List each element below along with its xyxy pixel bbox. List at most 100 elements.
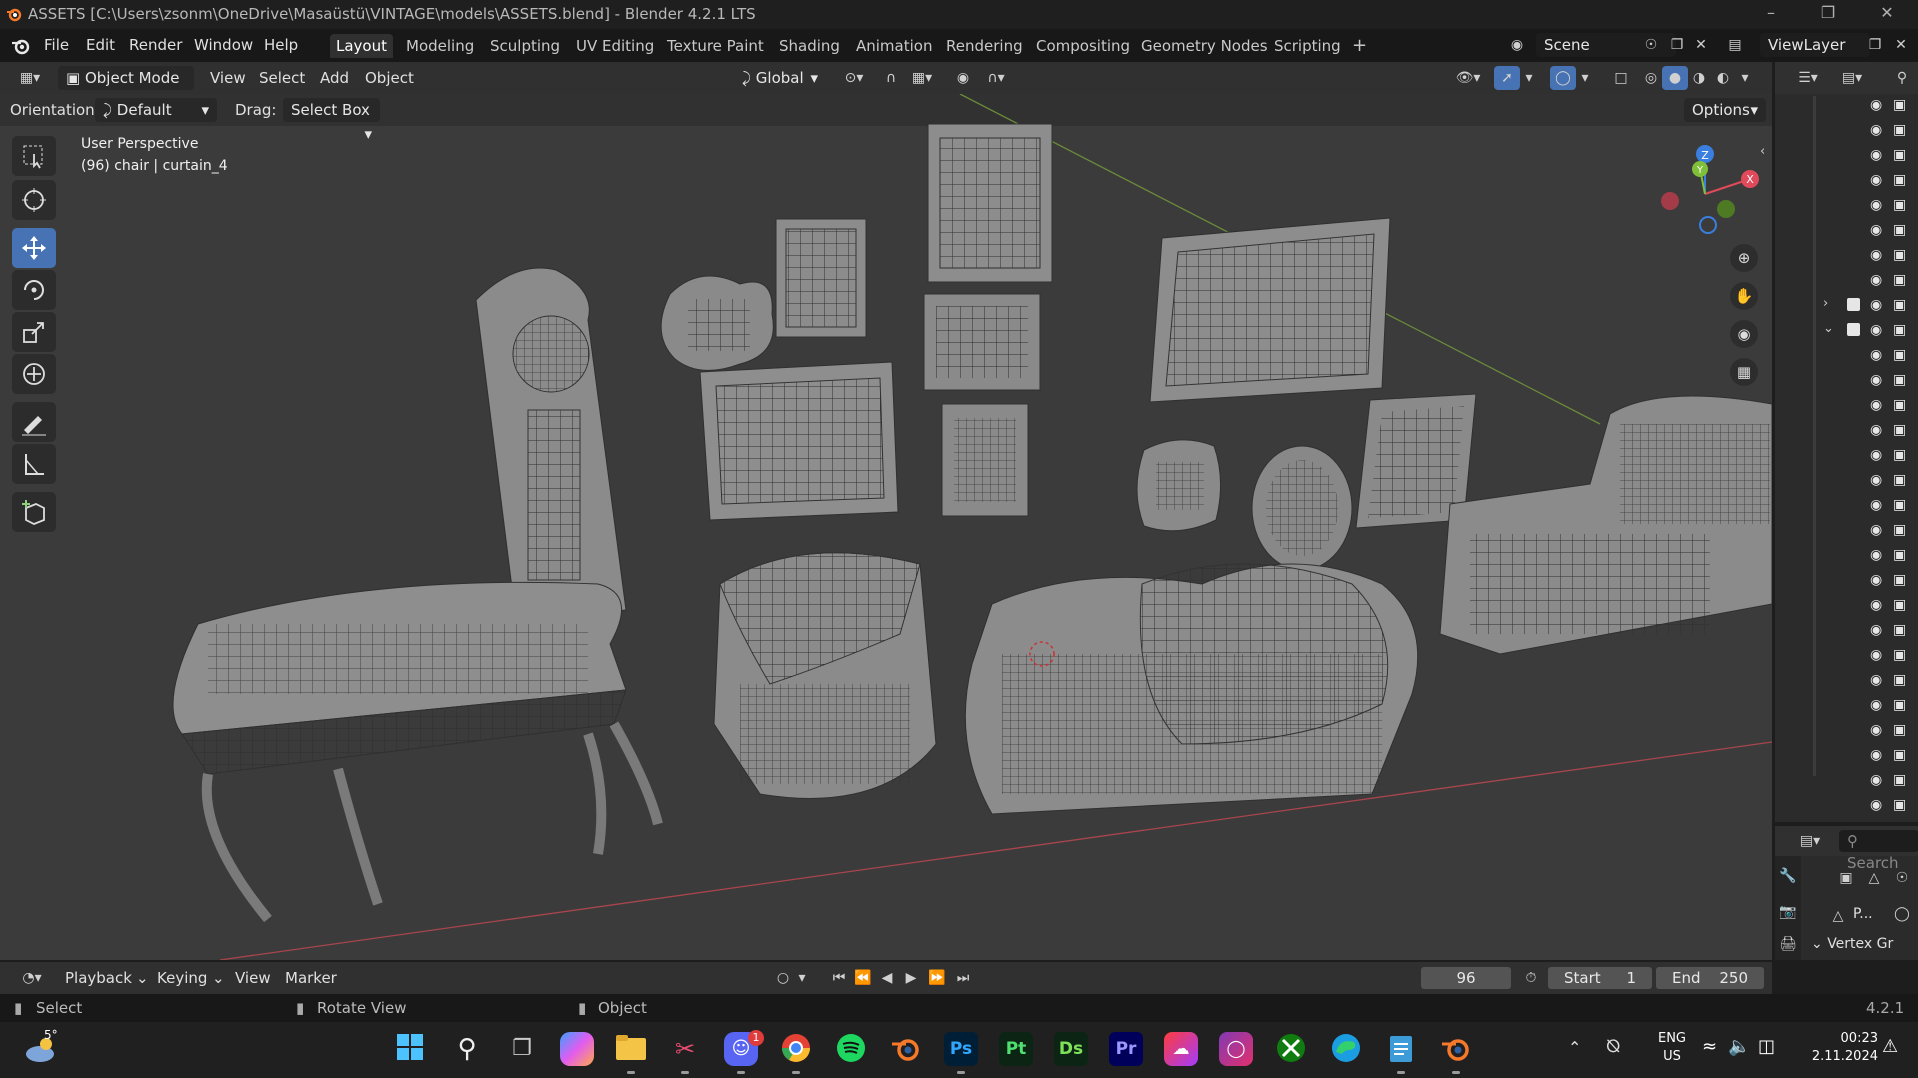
cursor-tool[interactable] (12, 180, 56, 220)
visibility-eye-icon[interactable]: ◉ (1870, 297, 1882, 313)
start-frame-field[interactable]: Start 1 (1548, 967, 1652, 989)
visibility-eye-icon[interactable]: ◉ (1870, 497, 1882, 513)
stopwatch-icon[interactable]: ⏱ (1518, 966, 1544, 990)
substance-designer-icon[interactable]: Ds (1054, 1032, 1088, 1066)
scale-tool[interactable] (12, 312, 56, 352)
outliner-tree[interactable]: ◉ ▣ ◉ ▣ ◉ ▣ ◉ ▣ ◉ ▣ ◉ ▣ ◉ ▣ ◉ ▣ ◉ ▣ › ◉ ▣ ⌄ ◉ ▣ ◉ ▣ ◉ ▣ ◉ ▣ ◉ ▣ ◉ ▣ ◉ ▣ ◉ ▣ ◉ ▣… (1775, 94, 1918, 822)
edge-icon[interactable] (1329, 1032, 1363, 1066)
collection-checkbox[interactable] (1847, 323, 1860, 336)
tab-animation[interactable]: Animation (850, 34, 938, 58)
visibility-eye-icon[interactable]: ◉ (1870, 722, 1882, 738)
outliner-row[interactable]: ◉ ▣ (1775, 794, 1918, 819)
snipping-tool-icon[interactable]: ✂ (668, 1032, 702, 1066)
move-tool[interactable] (12, 228, 56, 268)
search-icon[interactable]: ⚲ (450, 1032, 484, 1066)
jump-to-next-keyframe-icon[interactable]: ⏩ (924, 966, 950, 990)
render-camera-icon[interactable]: ▣ (1893, 147, 1906, 163)
shading-material-icon[interactable]: ◑ (1686, 66, 1712, 90)
pivot-point-icon[interactable]: ⊙▾ (836, 66, 872, 90)
outliner-row[interactable]: ◉ ▣ (1775, 669, 1918, 694)
shading-dropdown-icon[interactable]: ▾ (1736, 66, 1754, 90)
menu-help[interactable]: Help (264, 36, 298, 54)
measure-tool[interactable] (12, 444, 56, 484)
render-camera-icon[interactable]: ▣ (1893, 247, 1906, 263)
language-indicator[interactable]: ENG US (1650, 1030, 1694, 1066)
overlays-dropdown-icon[interactable]: ▾ (1576, 66, 1594, 90)
visibility-eye-icon[interactable]: ◉ (1870, 247, 1882, 263)
properties-editor-type-icon[interactable]: ▤▾ (1793, 829, 1827, 853)
visibility-eye-icon[interactable]: ◉ (1870, 522, 1882, 538)
chevron-down-icon[interactable]: ⌄ (1823, 321, 1834, 336)
visibility-eye-icon[interactable]: ◉ (1870, 572, 1882, 588)
outliner-row[interactable]: ◉ ▣ (1775, 544, 1918, 569)
viewport-menu-add[interactable]: Add (320, 69, 349, 87)
visibility-eye-icon[interactable]: ◉ (1870, 97, 1882, 113)
visibility-eye-icon[interactable]: ◉ (1870, 797, 1882, 813)
render-camera-icon[interactable]: ▣ (1893, 622, 1906, 638)
outliner-row[interactable]: ◉ ▣ (1775, 219, 1918, 244)
viewport-menu-object[interactable]: Object (365, 69, 414, 87)
xray-toggle-icon[interactable]: □ (1608, 66, 1634, 90)
chrome-icon[interactable] (779, 1032, 813, 1066)
render-camera-icon[interactable]: ▣ (1893, 97, 1906, 113)
visibility-eye-icon[interactable]: ◉ (1870, 322, 1882, 338)
outliner-row[interactable]: ◉ ▣ ⌄ (1775, 319, 1918, 344)
new-view-layer-icon[interactable]: ❐ (1862, 33, 1888, 57)
render-camera-icon[interactable]: ▣ (1893, 397, 1906, 413)
tab-modeling[interactable]: Modeling (400, 34, 480, 58)
blender-taskbar-icon-2[interactable] (1439, 1032, 1473, 1066)
outliner-row[interactable]: ◉ ▣ (1775, 169, 1918, 194)
visibility-icon[interactable]: 👁▾ (1450, 66, 1486, 90)
menu-render[interactable]: Render (129, 36, 182, 54)
outliner-row[interactable]: ◉ ▣ (1775, 619, 1918, 644)
outliner-row[interactable]: ◉ ▣ (1775, 344, 1918, 369)
timeline-menu-view[interactable]: View (235, 969, 271, 987)
render-camera-icon[interactable]: ▣ (1893, 572, 1906, 588)
mode-dropdown[interactable]: ▣ Object Mode ▾ (58, 66, 194, 111)
visibility-eye-icon[interactable]: ◉ (1870, 147, 1882, 163)
render-camera-icon[interactable]: ▣ (1893, 697, 1906, 713)
add-workspace-button[interactable]: + (1346, 34, 1373, 58)
outliner-row[interactable]: ◉ ▣ › (1775, 294, 1918, 319)
visibility-eye-icon[interactable]: ◉ (1870, 122, 1882, 138)
render-camera-icon[interactable]: ▣ (1893, 472, 1906, 488)
wifi-icon[interactable]: ≈ (1702, 1036, 1717, 1057)
visibility-eye-icon[interactable]: ◉ (1870, 697, 1882, 713)
outliner-row[interactable]: ◉ ▣ (1775, 94, 1918, 119)
snap-target-icon[interactable]: ▦▾ (904, 66, 940, 90)
outliner-row[interactable]: ◉ ▣ (1775, 594, 1918, 619)
gizmo-dropdown-icon[interactable]: ▾ (1520, 66, 1538, 90)
outliner-search-icon[interactable]: ⚲ (1889, 66, 1915, 90)
falloff-curve-icon[interactable]: ∩▾ (978, 66, 1014, 90)
outliner-row[interactable]: ◉ ▣ (1775, 194, 1918, 219)
vertex-groups-panel-header[interactable]: ⌄ Vertex Gr (1811, 936, 1893, 952)
outliner-row[interactable]: ◉ ▣ (1775, 444, 1918, 469)
visibility-eye-icon[interactable]: ◉ (1870, 272, 1882, 288)
visibility-eye-icon[interactable]: ◉ (1870, 597, 1882, 613)
timeline-menu-playback[interactable]: Playback (65, 969, 132, 987)
render-camera-icon[interactable]: ▣ (1893, 497, 1906, 513)
display-mode-icon[interactable]: ▤▾ (1835, 66, 1869, 90)
notifications-bell-icon[interactable]: ⚠ (1882, 1036, 1898, 1057)
select-box-tool[interactable] (12, 136, 56, 176)
transform-tool[interactable] (12, 354, 56, 394)
visibility-eye-icon[interactable]: ◉ (1870, 472, 1882, 488)
network-off-icon[interactable]: ⦰ (1606, 1036, 1620, 1057)
tool-tab-icon[interactable]: 🔧 (1775, 864, 1801, 888)
render-camera-icon[interactable]: ▣ (1893, 322, 1906, 338)
render-camera-icon[interactable]: ▣ (1893, 347, 1906, 363)
transform-orientation-dropdown[interactable]: ⤸ Global ▾ (734, 66, 826, 90)
render-camera-icon[interactable]: ▣ (1893, 597, 1906, 613)
render-camera-icon[interactable]: ▣ (1893, 372, 1906, 388)
scene-selector-icon[interactable]: ◉ (1504, 33, 1530, 57)
new-scene-icon[interactable]: ❐ (1664, 33, 1690, 57)
delete-scene-icon[interactable]: ✕ (1688, 33, 1714, 57)
jump-to-end-icon[interactable]: ⏭ (950, 966, 976, 990)
visibility-eye-icon[interactable]: ◉ (1870, 222, 1882, 238)
outliner-row[interactable]: ◉ ▣ (1775, 644, 1918, 669)
end-frame-field[interactable]: End 250 (1656, 967, 1764, 989)
tab-texture-paint[interactable]: Texture Paint (661, 34, 770, 58)
object-data-icon[interactable]: ▣ (1833, 866, 1859, 890)
outliner-row[interactable]: ◉ ▣ (1775, 244, 1918, 269)
render-camera-icon[interactable]: ▣ (1893, 722, 1906, 738)
